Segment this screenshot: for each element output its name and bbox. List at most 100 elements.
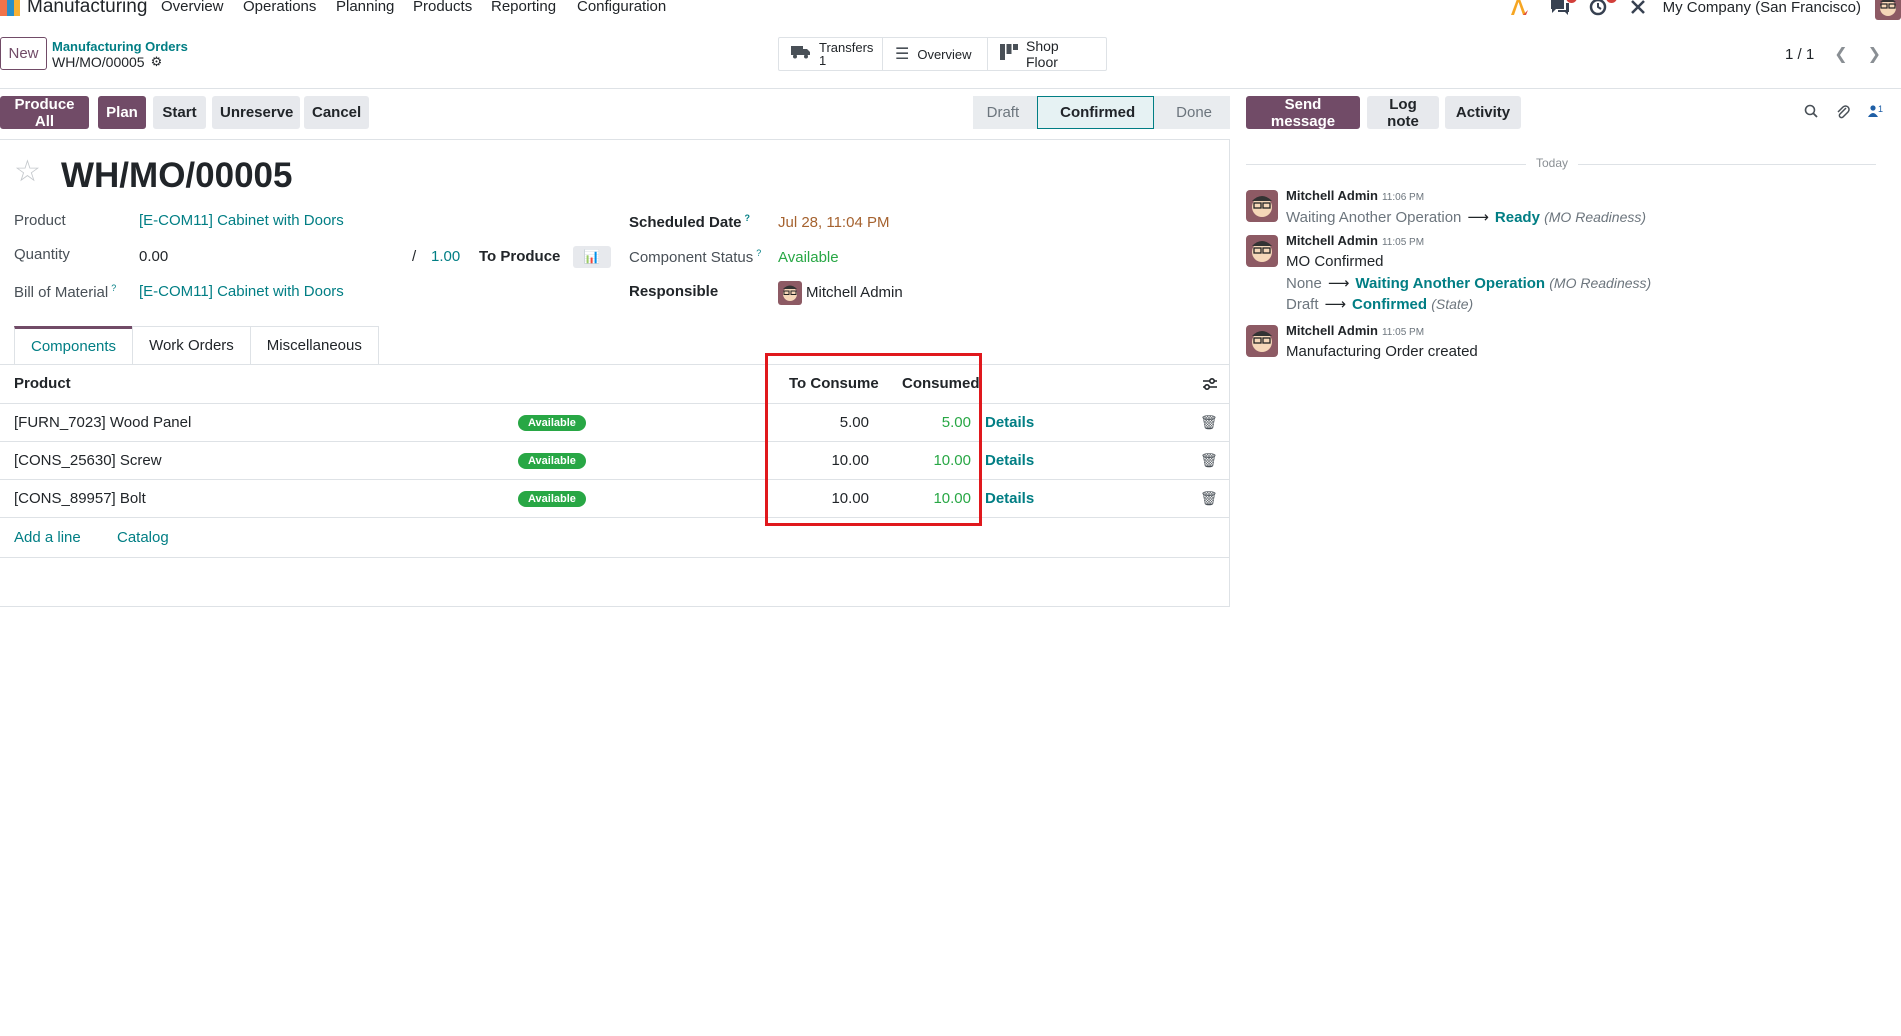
pager: 1 / 1 ❮ ❯ — [1785, 44, 1881, 64]
menu-operations[interactable]: Operations — [243, 0, 316, 15]
quantity-field[interactable]: 0.00 — [139, 248, 168, 265]
menu-products[interactable]: Products — [413, 0, 472, 15]
stage-confirmed[interactable]: Confirmed — [1037, 96, 1155, 129]
log-note-button[interactable]: Log note — [1367, 96, 1439, 130]
pager-value[interactable]: 1 / 1 — [1785, 46, 1814, 63]
tab-work-orders[interactable]: Work Orders — [132, 326, 251, 364]
produce-all-button[interactable]: Produce All — [0, 96, 89, 130]
tracking-change: None ⟶ Waiting Another Operation (MO Readi… — [1286, 274, 1651, 292]
row-product: [FURN_7023] Wood Panel — [14, 414, 192, 431]
trash-icon[interactable]: 🗑 — [1200, 442, 1218, 479]
row-details-button[interactable]: Details — [985, 480, 1034, 517]
form-sheet: ☆ WH/MO/00005 Product [E-COM11] Cabinet … — [0, 139, 1230, 607]
record-title: WH/MO/00005 — [61, 156, 293, 195]
shop-floor-button[interactable]: Shop Floor — [988, 38, 1106, 70]
product-field[interactable]: [E-COM11] Cabinet with Doors — [139, 212, 344, 229]
message-author[interactable]: Mitchell Admin 11:05 PM — [1286, 323, 1424, 338]
component-status-label-text: Component Status — [629, 249, 754, 266]
tools-icon[interactable] — [1629, 0, 1651, 16]
table-row[interactable]: [CONS_89957] Bolt Available 10.00 10.00 … — [0, 480, 1229, 518]
user-avatar[interactable] — [1875, 0, 1901, 20]
breadcrumb-parent[interactable]: Manufacturing Orders — [52, 39, 188, 54]
send-message-button[interactable]: Send message — [1246, 96, 1360, 130]
transfers-button[interactable]: Transfers 1 — [779, 38, 883, 70]
cancel-button[interactable]: Cancel — [304, 96, 369, 129]
quantity-label: Quantity — [14, 246, 70, 263]
star-icon[interactable]: ☆ — [14, 157, 41, 187]
component-status-help-icon[interactable]: ? — [756, 248, 761, 258]
quantity-separator: / — [412, 248, 417, 265]
breadcrumb-current-label: WH/MO/00005 — [52, 54, 145, 70]
overview-button[interactable]: ☰ Overview — [883, 38, 988, 70]
menu-reporting[interactable]: Reporting — [491, 0, 556, 15]
tracking-change: Waiting Another Operation ⟶ Ready (MO Read… — [1286, 208, 1646, 226]
message-avatar[interactable] — [1246, 235, 1278, 267]
column-product[interactable]: Product — [14, 364, 71, 403]
plan-button[interactable]: Plan — [98, 96, 146, 129]
date-separator: Today — [1526, 156, 1579, 170]
followers-icon[interactable]: 1 — [1867, 104, 1883, 124]
row-details-button[interactable]: Details — [985, 404, 1034, 441]
paperclip-icon[interactable] — [1836, 104, 1850, 124]
status-badge: Available — [518, 452, 586, 469]
forecast-chart-icon[interactable]: 📊 — [572, 246, 611, 268]
menu-overview[interactable]: Overview — [161, 0, 224, 15]
change-old-value: Waiting Another Operation — [1286, 209, 1462, 226]
column-settings-icon[interactable] — [1202, 364, 1218, 403]
pager-next-icon[interactable]: ❯ — [1868, 44, 1881, 64]
search-icon[interactable] — [1804, 104, 1818, 124]
status-badge: Available — [518, 490, 586, 507]
change-field: (State) — [1431, 296, 1474, 312]
chat-icon[interactable]: 6 — [1549, 0, 1577, 16]
systray: 6 4 My Company (San Francisco) — [1509, 0, 1901, 20]
trash-icon[interactable]: 🗑 — [1200, 480, 1218, 517]
notebook-tabs: Components Work Orders Miscellaneous — [14, 326, 379, 364]
row-details-button[interactable]: Details — [985, 442, 1034, 479]
catalog-button[interactable]: Catalog — [117, 518, 169, 557]
table-row[interactable]: [FURN_7023] Wood Panel Available 5.00 5.… — [0, 404, 1229, 442]
top-navbar: Manufacturing Overview Operations Planni… — [0, 0, 1901, 20]
bom-field[interactable]: [E-COM11] Cabinet with Doors — [139, 283, 344, 300]
tab-miscellaneous[interactable]: Miscellaneous — [249, 326, 379, 364]
pager-previous-icon[interactable]: ❮ — [1834, 44, 1847, 64]
activity-button[interactable]: Activity — [1445, 96, 1521, 129]
scheduled-help-icon[interactable]: ? — [745, 213, 751, 223]
gear-icon[interactable]: ⚙ — [151, 54, 163, 70]
scheduled-date-field[interactable]: Jul 28, 11:04 PM — [778, 214, 889, 231]
new-button[interactable]: New — [0, 37, 47, 70]
ai-assistant-icon[interactable] — [1509, 0, 1531, 16]
transfers-label: Transfers — [819, 40, 874, 55]
row-status-cell: Available — [518, 442, 586, 479]
menu-configuration[interactable]: Configuration — [577, 0, 666, 15]
trash-icon[interactable]: 🗑 — [1200, 404, 1218, 441]
stage-pipeline: Draft Confirmed Done — [972, 96, 1230, 129]
app-brand[interactable]: Manufacturing — [0, 0, 147, 18]
component-status-label: Component Status? — [629, 248, 761, 266]
transfers-count: 1 — [819, 53, 827, 68]
row-product: [CONS_89957] Bolt — [14, 490, 146, 507]
message-author[interactable]: Mitchell Admin 11:05 PM — [1286, 233, 1424, 248]
highlight-box — [765, 353, 982, 526]
change-new-value: Waiting Another Operation — [1355, 275, 1546, 292]
message-avatar[interactable] — [1246, 325, 1278, 357]
responsible-avatar — [778, 281, 802, 305]
add-line-button[interactable]: Add a line — [14, 518, 81, 557]
change-old-value: Draft — [1286, 296, 1319, 313]
message-author[interactable]: Mitchell Admin 11:06 PM — [1286, 188, 1424, 203]
activity-clock-icon[interactable]: 4 — [1589, 0, 1617, 16]
bom-help-icon[interactable]: ? — [111, 283, 116, 293]
chatter-message: Mitchell Admin 11:06 PM Waiting Another O… — [1246, 188, 1866, 228]
quantity-target[interactable]: 1.00 — [431, 248, 460, 265]
menu-planning[interactable]: Planning — [336, 0, 394, 15]
unreserve-button[interactable]: Unreserve — [212, 96, 300, 129]
responsible-field[interactable]: Mitchell Admin — [778, 281, 903, 305]
stage-done[interactable]: Done — [1154, 96, 1230, 129]
table-row[interactable]: [CONS_25630] Screw Available 10.00 10.00… — [0, 442, 1229, 480]
bom-label: Bill of Material? — [14, 283, 116, 301]
start-button[interactable]: Start — [153, 96, 206, 129]
tab-components[interactable]: Components — [14, 326, 134, 364]
stage-draft[interactable]: Draft — [972, 96, 1038, 129]
message-avatar[interactable] — [1246, 190, 1278, 222]
row-status-cell: Available — [518, 480, 586, 517]
company-switcher[interactable]: My Company (San Francisco) — [1663, 0, 1861, 16]
